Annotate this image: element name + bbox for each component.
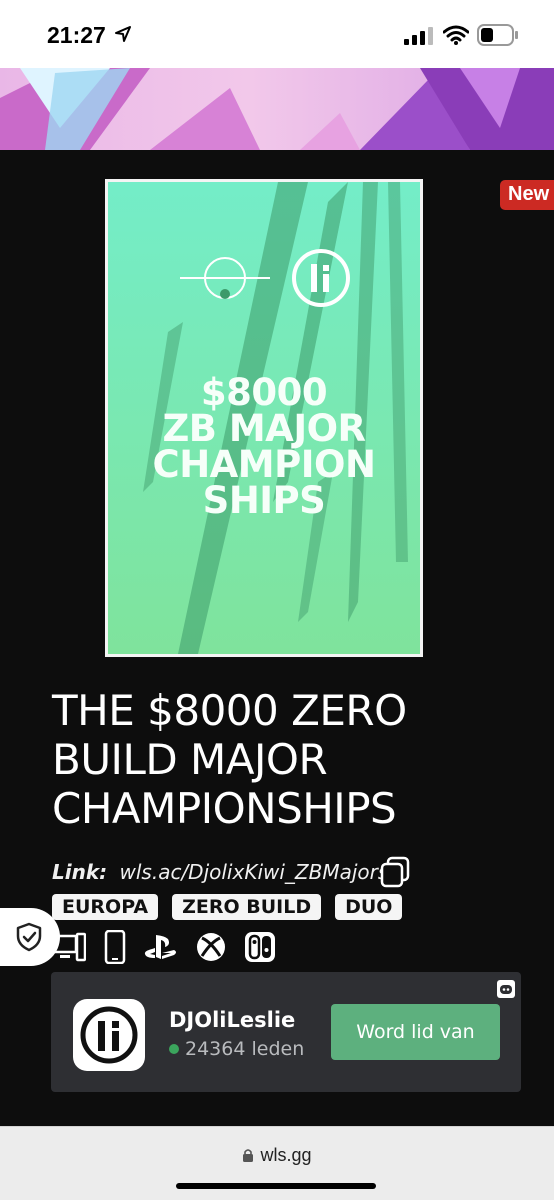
title-line: THE $8000 ZERO: [52, 686, 407, 735]
cellular-signal-icon: [404, 27, 433, 45]
kiwi-logo-icon: [180, 257, 270, 299]
poster-title: $8000 ZB MAJOR CHAMPION SHIPS: [108, 371, 420, 522]
switch-icon: [245, 932, 275, 962]
copy-icon[interactable]: [380, 856, 412, 888]
tournament-tags: EUROPA ZERO BUILD DUO: [52, 894, 403, 920]
battery-icon: [477, 24, 518, 46]
poster-title-line: CHAMPION: [152, 443, 376, 486]
url-text: wls.gg: [260, 1145, 312, 1165]
tournament-link[interactable]: wls.ac/DjolixKiwi_ZBMajors: [120, 860, 389, 884]
poster-title-line: $8000: [200, 371, 328, 414]
tournament-link-row: Link: wls.ac/DjolixKiwi_ZBMajors: [52, 860, 388, 884]
wifi-icon: [443, 25, 469, 45]
tournament-poster[interactable]: $8000 ZB MAJOR CHAMPION SHIPS: [105, 179, 423, 657]
li-logo-icon: [292, 249, 350, 307]
poster-title-line: ZB MAJOR: [162, 407, 366, 450]
location-arrow-icon: [115, 26, 131, 42]
xbox-icon: [197, 933, 225, 961]
mobile-icon: [104, 930, 126, 964]
platform-icons: [52, 930, 276, 964]
status-bar: 21:27: [0, 0, 554, 68]
playstation-icon: [144, 935, 176, 959]
lock-icon: [243, 1149, 254, 1162]
link-label: Link:: [52, 860, 108, 884]
address-url[interactable]: wls.gg: [0, 1145, 554, 1166]
shield-check-icon: [16, 922, 42, 952]
status-time: 21:27: [47, 22, 106, 48]
header-banner-art: [0, 68, 554, 150]
poster-title-line: SHIPS: [202, 479, 326, 522]
title-line: BUILD MAJOR: [52, 735, 328, 784]
browser-address-bar[interactable]: wls.gg: [0, 1126, 554, 1200]
tag-region: EUROPA: [52, 894, 159, 920]
online-dot-icon: [169, 1044, 179, 1054]
title-line: CHAMPIONSHIPS: [52, 784, 397, 833]
discord-icon: [497, 980, 515, 998]
member-count-label: leden: [251, 1038, 305, 1060]
tag-team-size: DUO: [335, 894, 403, 920]
tournament-title: THE $8000 ZERO BUILD MAJOR CHAMPIONSHIPS: [52, 686, 512, 833]
server-name: DJOliLeslie: [169, 1008, 296, 1032]
member-count-value: 24364: [185, 1038, 246, 1060]
new-badge: New: [500, 180, 554, 210]
home-indicator[interactable]: [176, 1183, 376, 1189]
discord-invite-card: DJOliLeslie 24364 leden Word lid van: [51, 972, 521, 1092]
tag-mode: ZERO BUILD: [172, 894, 322, 920]
join-server-button[interactable]: Word lid van: [331, 1004, 500, 1060]
privacy-shield-button[interactable]: [0, 908, 60, 966]
server-avatar: [73, 999, 145, 1071]
member-count: 24364 leden: [169, 1038, 304, 1060]
